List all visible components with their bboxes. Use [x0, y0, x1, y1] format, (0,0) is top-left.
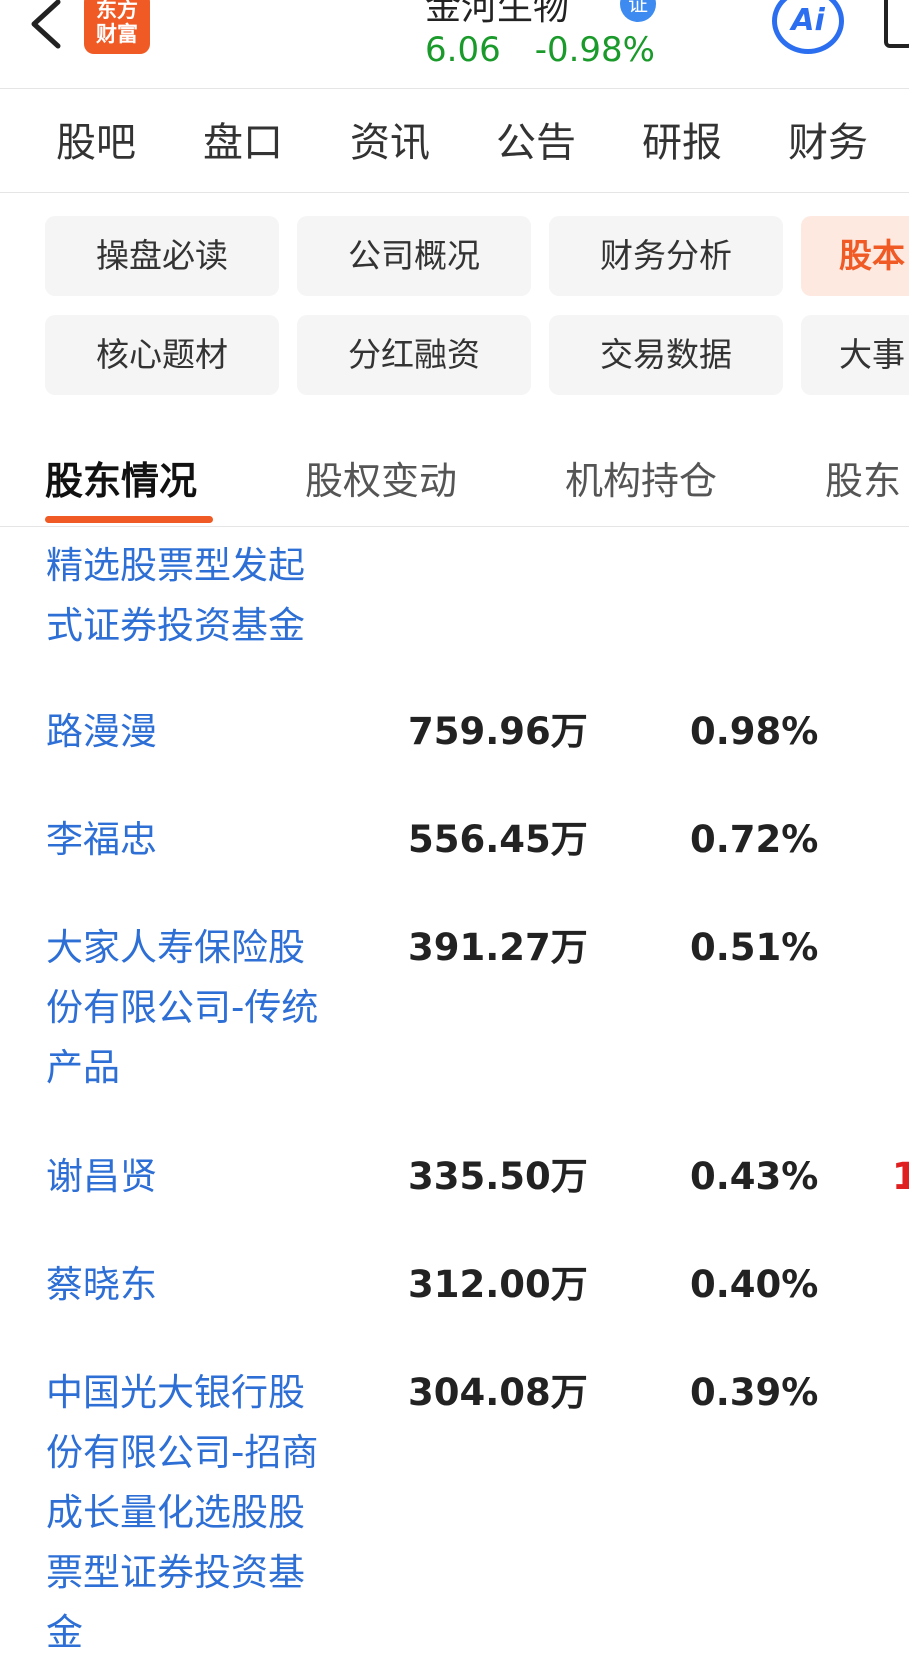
subtab-shareholders[interactable]: 股东情况: [45, 450, 197, 505]
holding-ratio: 0.43%: [690, 1155, 819, 1198]
sub-tabs: 股东情况 股权变动 机构持仓 股东: [0, 420, 909, 527]
price-row: 6.06 -0.98%: [425, 30, 655, 70]
holding-ratio: 0.40%: [690, 1263, 819, 1306]
chip-dividends-financing[interactable]: 分红融资: [297, 315, 531, 395]
verified-badge-icon: 证: [620, 0, 656, 22]
holding-ratio: 0.39%: [690, 1371, 819, 1414]
back-button[interactable]: [22, 0, 68, 52]
active-tab-indicator: [45, 516, 213, 523]
chevron-left-icon: [31, 0, 61, 49]
stock-name: 金河生物: [425, 0, 570, 28]
shares-held: 759.96万: [408, 710, 588, 753]
logo-text-top: 东方: [96, 0, 138, 22]
shareholder-name[interactable]: 李福忠: [46, 810, 366, 870]
chip-core-themes[interactable]: 核心题材: [45, 315, 279, 395]
shareholder-name[interactable]: 精选股票型发起 式证券投资基金: [46, 536, 366, 656]
logo-text-bottom: 财富: [96, 22, 138, 46]
tab-guba[interactable]: 股吧: [56, 110, 136, 168]
holding-ratio: 0.72%: [690, 818, 819, 861]
tab-news[interactable]: 资讯: [350, 110, 430, 168]
shares-held: 556.45万: [408, 818, 588, 861]
app-header: 东方 财富 金河生物 证 6.06 -0.98% Ai: [0, 0, 909, 89]
shareholder-name[interactable]: 中国光大银行股 份有限公司-招商 成长量化选股股 票型证券投资基 金: [46, 1363, 366, 1663]
current-price: 6.06: [425, 30, 501, 70]
shares-held: 304.08万: [408, 1371, 588, 1414]
shares-held: 335.50万: [408, 1155, 588, 1198]
eastmoney-logo: 东方 财富: [84, 0, 150, 54]
shares-held: 391.27万: [408, 926, 588, 969]
shareholder-name[interactable]: 谢昌贤: [46, 1147, 366, 1207]
shareholder-name[interactable]: 蔡晓东: [46, 1255, 366, 1315]
holding-ratio: 0.51%: [690, 926, 819, 969]
chip-trading-data[interactable]: 交易数据: [549, 315, 783, 395]
tab-research[interactable]: 研报: [642, 110, 722, 168]
chip-trading-guide[interactable]: 操盘必读: [45, 216, 279, 296]
subtab-shareholders-more[interactable]: 股东: [825, 450, 901, 505]
chip-financial-analysis[interactable]: 财务分析: [549, 216, 783, 296]
subtab-equity-changes[interactable]: 股权变动: [305, 450, 457, 505]
tab-finance[interactable]: 财务: [788, 110, 868, 168]
tab-announcements[interactable]: 公告: [496, 110, 576, 168]
shareholder-name[interactable]: 大家人寿保险股 份有限公司-传统 产品: [46, 918, 366, 1098]
subtab-institutional-holdings[interactable]: 机构持仓: [565, 450, 717, 505]
top-navigation: 股吧 盘口 资讯 公告 研报 财务: [0, 88, 909, 193]
more-icon[interactable]: [884, 0, 909, 48]
price-change: -0.98%: [534, 30, 655, 70]
change-indicator: 1: [892, 1155, 909, 1198]
ai-assistant-button[interactable]: Ai: [772, 0, 844, 54]
shares-held: 312.00万: [408, 1263, 588, 1306]
chip-company-overview[interactable]: 公司概况: [297, 216, 531, 296]
holding-ratio: 0.98%: [690, 710, 819, 753]
chip-major-events[interactable]: 大事: [801, 315, 909, 395]
tab-pankou[interactable]: 盘口: [203, 110, 283, 168]
shareholder-name[interactable]: 路漫漫: [46, 702, 366, 762]
chip-share-capital[interactable]: 股本: [801, 216, 909, 296]
